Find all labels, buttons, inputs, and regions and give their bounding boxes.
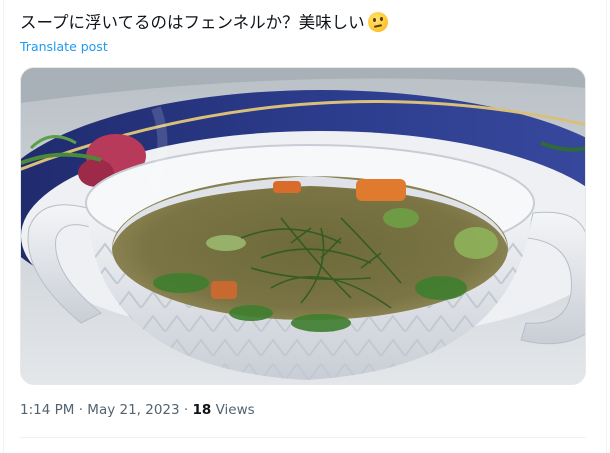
translate-post-link[interactable]: Translate post [20, 39, 108, 54]
post-time[interactable]: 1:14 PM [20, 402, 74, 418]
meta-separator: · [78, 402, 83, 418]
divider [20, 437, 586, 438]
timeline-border-left [3, 0, 4, 453]
post-meta: 1:14 PM · May 21, 2023 · 18 Views [20, 402, 255, 418]
thinking-face-icon [367, 12, 388, 32]
post-date[interactable]: May 21, 2023 [87, 402, 179, 418]
views-count: 18 [192, 402, 212, 418]
post-text: スープに浮いてるのはフェンネルか？美味しい [20, 12, 388, 34]
views-label: Views [215, 402, 255, 418]
meta-separator: · [183, 402, 189, 418]
post-text-content: スープに浮いてるのはフェンネルか？美味しい [20, 13, 365, 32]
soup-bowl-photo [21, 68, 585, 384]
post-media-image[interactable] [20, 67, 586, 385]
timeline-border-right [606, 0, 607, 453]
